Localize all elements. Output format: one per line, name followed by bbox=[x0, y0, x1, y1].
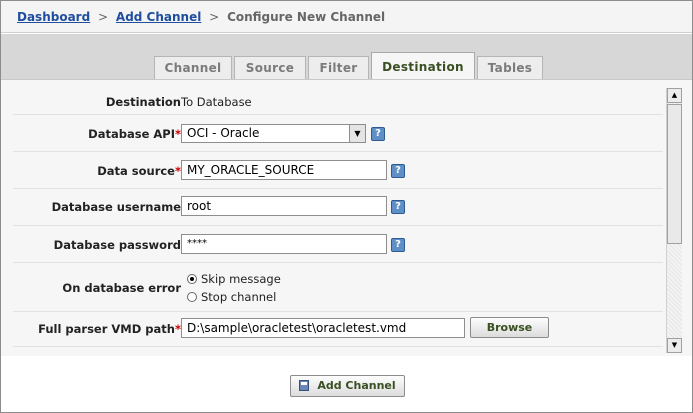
db-username-input[interactable]: root bbox=[181, 196, 387, 216]
breadcrumb-current: Configure New Channel bbox=[227, 10, 386, 24]
data-source-row: Data source* MY_ORACLE_SOURCE ? bbox=[13, 152, 663, 189]
breadcrumb: Dashboard > Add Channel > Configure New … bbox=[1, 1, 692, 33]
db-username-row: Database username root ? bbox=[13, 189, 663, 226]
scroll-up-icon[interactable]: ▲ bbox=[667, 88, 682, 103]
database-api-label: Database API* bbox=[88, 127, 181, 141]
database-api-row: Database API* OCI - Oracle ▼ ? bbox=[13, 115, 663, 152]
db-password-row: Database password **** ? bbox=[13, 226, 663, 263]
tab-bar: Channel Source Filter Destination Tables bbox=[1, 34, 692, 80]
add-channel-button-label: Add Channel bbox=[317, 379, 396, 392]
scroll-down-icon[interactable]: ▼ bbox=[667, 338, 682, 353]
db-password-input[interactable]: **** bbox=[181, 234, 387, 254]
db-password-label: Database password bbox=[53, 238, 181, 252]
data-source-label: Data source* bbox=[97, 164, 181, 178]
tab-filter[interactable]: Filter bbox=[308, 56, 369, 79]
skip-message-option[interactable]: Skip message bbox=[187, 272, 281, 286]
save-icon bbox=[299, 380, 310, 391]
app-window: Dashboard > Add Channel > Configure New … bbox=[0, 0, 693, 413]
tab-destination[interactable]: Destination bbox=[371, 52, 475, 80]
stop-channel-radio[interactable] bbox=[187, 292, 197, 302]
database-api-selected-value: OCI - Oracle bbox=[187, 126, 260, 140]
tab-tables[interactable]: Tables bbox=[477, 56, 543, 79]
on-db-error-row: On database error Skip message Stop chan… bbox=[13, 263, 663, 312]
parser-path-input[interactable]: D:\sample\oracletest\oracletest.vmd bbox=[181, 318, 465, 338]
help-icon[interactable]: ? bbox=[391, 200, 405, 214]
chevron-down-icon[interactable]: ▼ bbox=[349, 125, 365, 142]
scroll-thumb[interactable] bbox=[667, 104, 682, 244]
parser-path-label: Full parser VMD path* bbox=[38, 322, 181, 336]
tab-channel[interactable]: Channel bbox=[154, 56, 232, 79]
parser-path-row: Full parser VMD path* D:\sample\oraclete… bbox=[13, 312, 663, 347]
help-icon[interactable]: ? bbox=[391, 238, 405, 252]
add-channel-button[interactable]: Add Channel bbox=[290, 375, 405, 397]
vertical-scrollbar[interactable]: ▲ ▼ bbox=[666, 88, 682, 353]
skip-message-radio[interactable] bbox=[187, 274, 197, 284]
browse-button[interactable]: Browse bbox=[470, 317, 549, 338]
breadcrumb-dashboard-link[interactable]: Dashboard bbox=[17, 10, 90, 24]
footer: Add Channel bbox=[1, 356, 692, 412]
destination-label: Destination bbox=[105, 95, 181, 109]
destination-row: Destination To Database bbox=[13, 84, 663, 115]
database-api-select[interactable]: OCI - Oracle ▼ bbox=[181, 124, 366, 143]
breadcrumb-separator: > bbox=[209, 10, 220, 24]
db-username-label: Database username bbox=[51, 200, 181, 214]
destination-value: To Database bbox=[181, 95, 252, 109]
destination-panel: Destination To Database Database API* OC… bbox=[1, 79, 692, 357]
help-icon[interactable]: ? bbox=[391, 164, 405, 178]
stop-channel-option[interactable]: Stop channel bbox=[187, 290, 276, 304]
breadcrumb-add-channel-link[interactable]: Add Channel bbox=[116, 10, 201, 24]
tab-source[interactable]: Source bbox=[234, 56, 306, 79]
skip-message-label: Skip message bbox=[201, 272, 281, 286]
stop-channel-label: Stop channel bbox=[201, 290, 277, 304]
help-icon[interactable]: ? bbox=[371, 127, 385, 141]
data-source-input[interactable]: MY_ORACLE_SOURCE bbox=[181, 160, 387, 180]
breadcrumb-separator: > bbox=[98, 10, 109, 24]
on-db-error-label: On database error bbox=[62, 281, 181, 295]
